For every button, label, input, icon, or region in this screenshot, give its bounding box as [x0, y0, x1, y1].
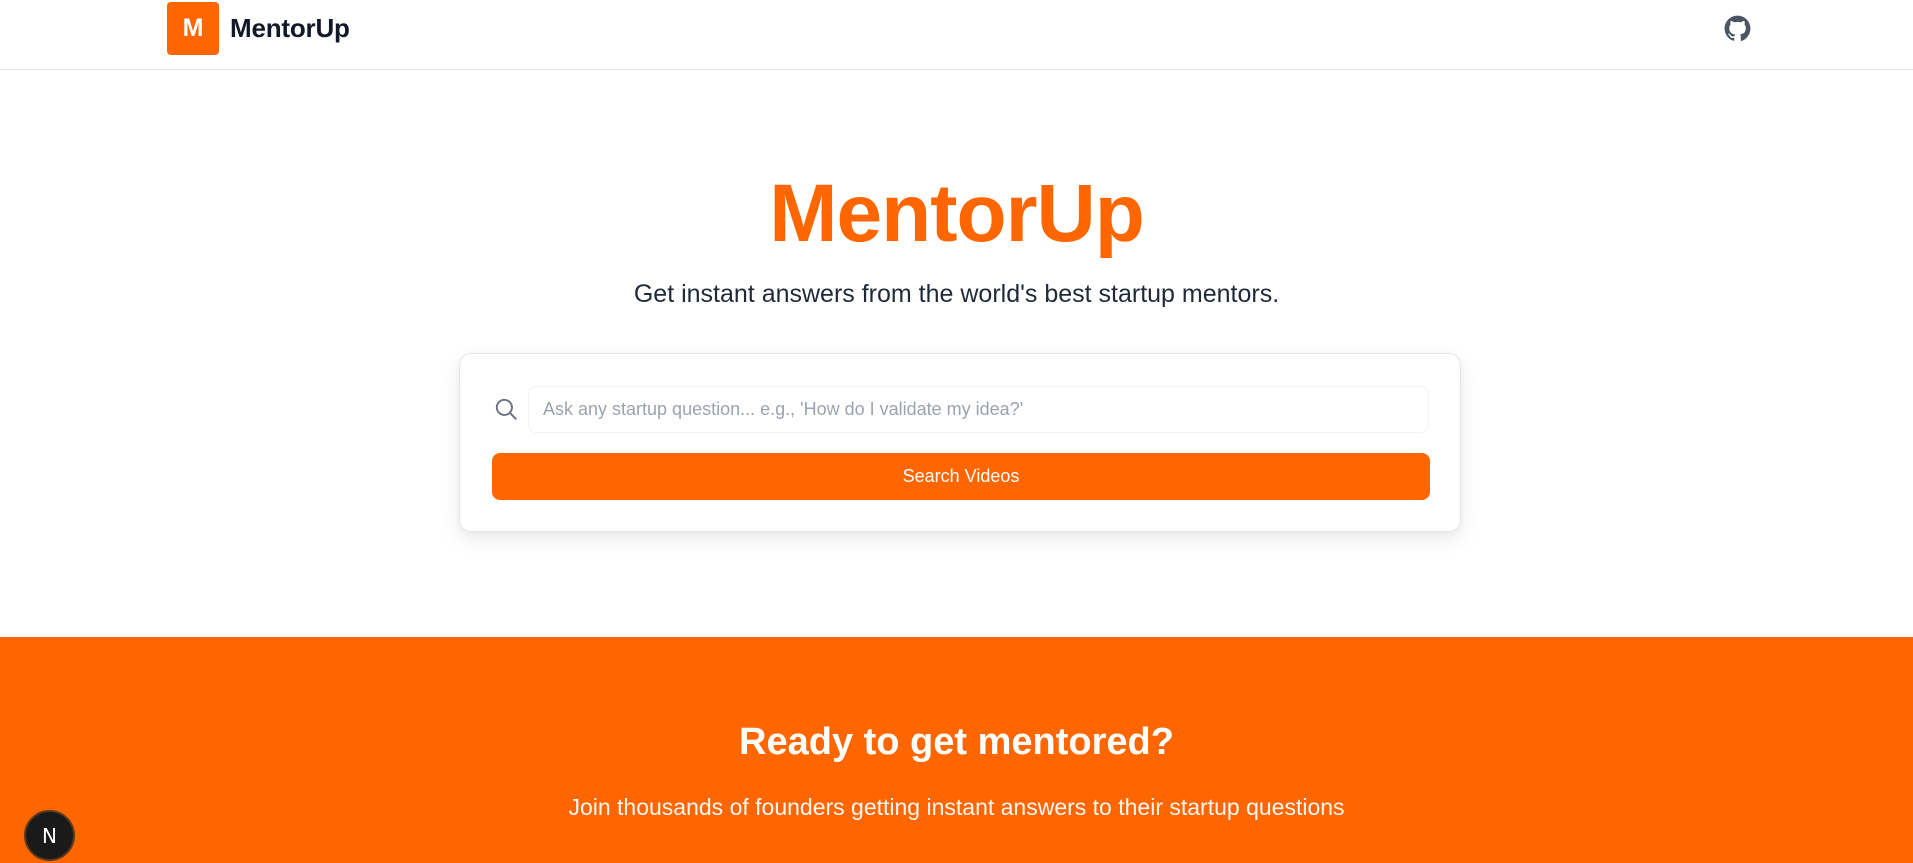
cta-section: Ready to get mentored? Join thousands of… — [0, 637, 1913, 863]
cta-title: Ready to get mentored? — [739, 721, 1174, 763]
logo-badge: M — [167, 2, 219, 55]
brand-name: MentorUp — [230, 13, 350, 43]
hero-title: MentorUp — [769, 168, 1145, 259]
github-icon[interactable] — [1723, 14, 1752, 43]
dev-badge-label: N — [42, 823, 57, 848]
search-videos-button[interactable]: Search Videos — [492, 453, 1430, 500]
logo-letter: M — [182, 14, 204, 42]
top-header: M MentorUp — [0, 0, 1913, 70]
hero-subtitle: Get instant answers from the world's bes… — [633, 280, 1280, 308]
nextjs-dev-badge[interactable]: N — [24, 810, 75, 861]
search-card: Search Videos — [459, 353, 1461, 532]
cta-subtitle: Join thousands of founders getting insta… — [568, 794, 1345, 820]
search-input[interactable] — [528, 386, 1429, 433]
search-icon — [493, 396, 519, 422]
brand-link[interactable]: M MentorUp — [167, 2, 350, 55]
